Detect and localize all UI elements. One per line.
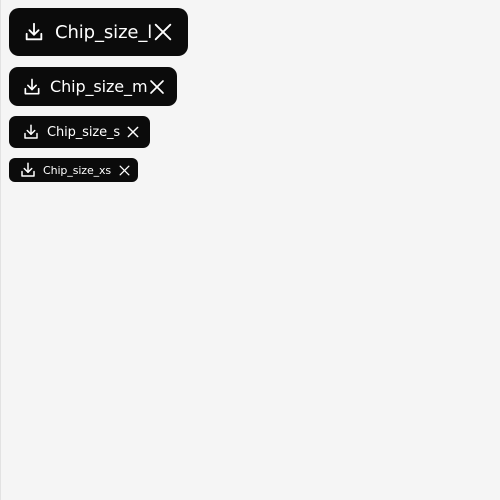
chip-label: Chip_size_s [47,124,121,140]
download-icon [22,77,42,97]
chip-label: Chip_size_l [55,21,153,43]
chip-size-xs[interactable]: Chip_size_xs [9,158,138,182]
download-icon [19,161,37,179]
chip-size-s[interactable]: Chip_size_s [9,116,150,148]
download-icon [22,123,40,141]
close-icon[interactable] [148,78,166,96]
chip-size-l[interactable]: Chip_size_l [9,8,188,56]
download-icon [23,21,45,43]
chip-label: Chip_size_m [50,77,148,96]
chip-size-m[interactable]: Chip_size_m [9,67,177,106]
close-icon[interactable] [118,164,131,177]
close-icon[interactable] [126,125,140,139]
chip-showcase: Chip_size_l Chip_size_m Chip_size_s Chip… [0,0,500,500]
chip-label: Chip_size_xs [43,163,112,177]
close-icon[interactable] [152,21,174,43]
